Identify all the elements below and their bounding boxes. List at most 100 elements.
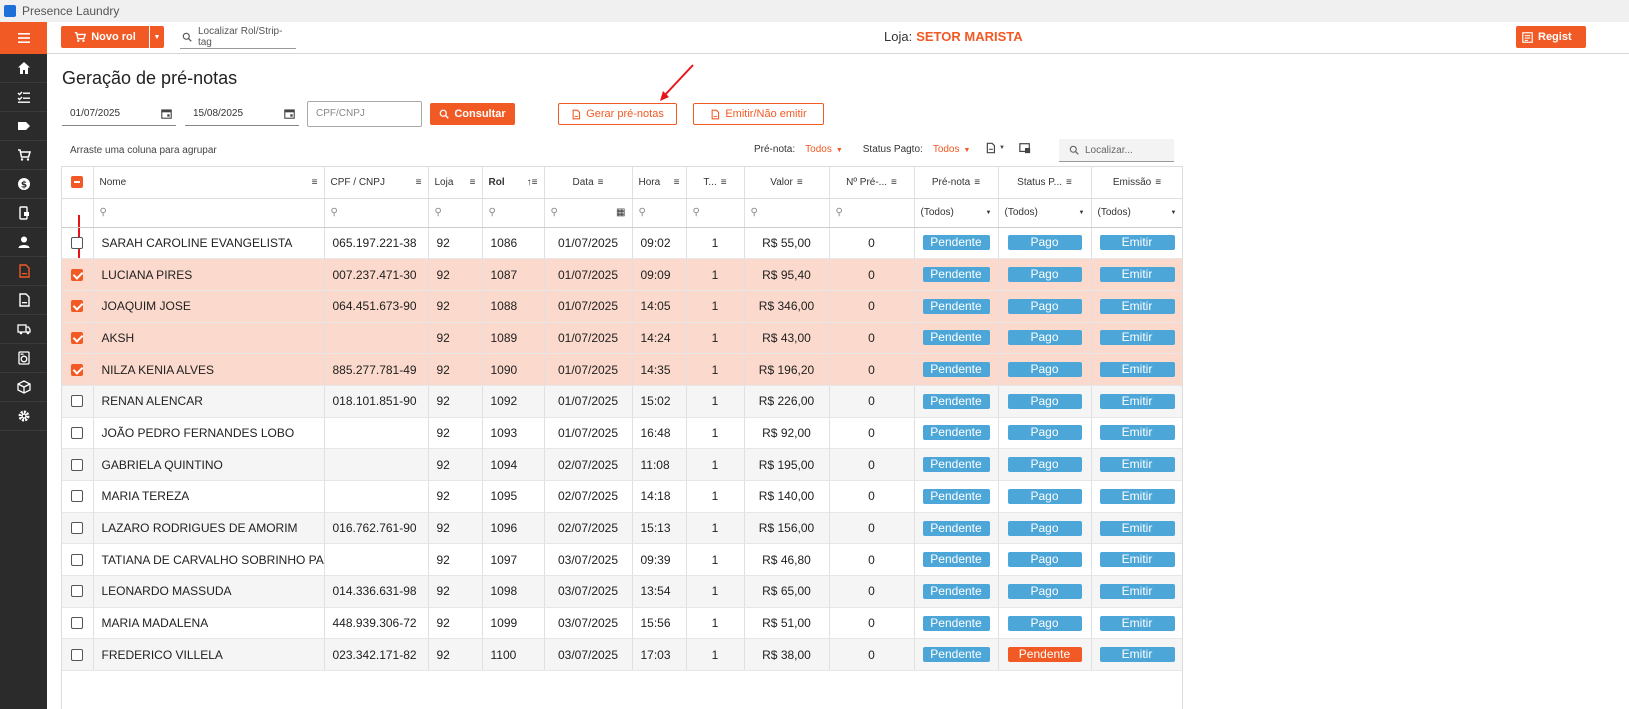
filter-cell-emissao[interactable]: (Todos) ▼ [1091, 198, 1182, 228]
status-badge[interactable]: Pago [1007, 520, 1082, 536]
hamburger-menu-icon[interactable] [0, 22, 47, 54]
filter-cell-npre[interactable]: ⚲ [829, 198, 915, 228]
status-badge[interactable]: Pago [1007, 615, 1082, 631]
emitir-button[interactable]: Emitir [1099, 425, 1175, 441]
row-checkbox[interactable] [62, 322, 94, 355]
prenota-badge[interactable]: Pendente [922, 298, 990, 314]
column-header-valor[interactable]: Valor ≡ [744, 167, 830, 199]
select-all-checkbox[interactable] [62, 167, 94, 199]
checkbox[interactable] [71, 458, 84, 471]
emitir-nao-emitir-button[interactable]: Emitir/Não emitir [693, 103, 824, 125]
emitir-button[interactable]: Emitir [1099, 583, 1175, 599]
column-header-data[interactable]: Data ≡ [544, 167, 633, 199]
gear-icon[interactable] [0, 402, 47, 431]
table-row[interactable]: FREDERICO VILLELA 023.342.171-82 92 1100 03/… [62, 638, 1182, 672]
column-header-nome[interactable]: Nome ≡ [93, 167, 325, 199]
register-button[interactable]: Regist [1516, 26, 1586, 48]
filter-prenota-select[interactable]: Todos ▼ [805, 144, 843, 155]
filter-cell-cpf[interactable]: ⚲ [324, 198, 429, 228]
prenota-badge[interactable]: Pendente [922, 330, 990, 346]
filter-cell-rol[interactable]: ⚲ [482, 198, 545, 228]
prenota-badge[interactable]: Pendente [922, 457, 990, 473]
table-row[interactable]: MARIA MADALENA 448.939.306-72 92 1099 03/07/… [62, 607, 1182, 640]
prenota-badge[interactable]: Pendente [922, 362, 990, 378]
checkbox[interactable] [71, 490, 84, 503]
row-checkbox[interactable] [62, 543, 94, 577]
filter-cell-hora[interactable]: ⚲ [632, 198, 687, 228]
truck-icon[interactable] [0, 315, 47, 344]
column-header-npre[interactable]: Nº Pré-... ≡ [829, 167, 915, 199]
calendar-icon[interactable] [161, 108, 172, 119]
emitir-button[interactable]: Emitir [1099, 488, 1175, 504]
prenota-badge[interactable]: Pendente [922, 583, 990, 599]
column-chooser-icon[interactable] [1019, 142, 1031, 154]
emitir-button[interactable]: Emitir [1099, 235, 1175, 251]
filter-cell-valor[interactable]: ⚲ [744, 198, 830, 228]
box-icon[interactable] [0, 373, 47, 402]
checkbox[interactable] [71, 236, 84, 249]
emitir-button[interactable]: Emitir [1099, 647, 1175, 663]
filter-icon[interactable]: ≡ [312, 177, 318, 188]
prenota-badge[interactable]: Pendente [922, 235, 990, 251]
cpf-cnpj-input[interactable]: CPF/CNPJ [307, 101, 422, 127]
emitir-button[interactable]: Emitir [1099, 520, 1175, 536]
document-icon[interactable] [0, 257, 47, 286]
emitir-button[interactable]: Emitir [1099, 615, 1175, 631]
washer-icon[interactable] [0, 344, 47, 373]
gerar-pre-notas-button[interactable]: Gerar pré-notas [558, 103, 677, 125]
dollar-icon[interactable]: $ [0, 170, 47, 199]
table-row[interactable]: LUCIANA PIRES 007.237.471-30 92 1087 01/07/2… [62, 258, 1182, 291]
checkbox[interactable] [71, 617, 84, 630]
emitir-button[interactable]: Emitir [1099, 362, 1175, 378]
table-row[interactable]: GABRIELA QUINTINO 92 1094 02/07/2025 11:08 1 R… [62, 448, 1182, 481]
tag-icon[interactable] [0, 112, 47, 141]
emitir-button[interactable]: Emitir [1099, 267, 1175, 283]
status-badge[interactable]: Pago [1007, 267, 1082, 283]
checkbox[interactable] [71, 426, 84, 439]
filter-icon[interactable]: ≡ [1155, 177, 1161, 188]
table-row[interactable]: AKSH 92 1089 01/07/2025 14:24 1 R$ 43,00 0 Pende… [62, 322, 1182, 355]
status-badge[interactable]: Pago [1007, 552, 1082, 568]
row-checkbox[interactable] [62, 512, 94, 545]
filter-cell-t[interactable]: ⚲ [686, 198, 745, 228]
filter-icon[interactable]: ≡ [721, 177, 727, 188]
table-row[interactable]: JOÃO PEDRO FERNANDES LOBO 92 1093 01/07/202… [62, 417, 1182, 450]
prenota-badge[interactable]: Pendente [922, 267, 990, 283]
filter-icon[interactable]: ≡ [1066, 177, 1072, 188]
column-header-t[interactable]: T... ≡ [686, 167, 745, 199]
user-icon[interactable] [0, 228, 47, 257]
emitir-button[interactable]: Emitir [1099, 298, 1175, 314]
row-checkbox[interactable] [62, 638, 94, 672]
column-header-cpf[interactable]: CPF / CNPJ ≡ [324, 167, 429, 199]
checkbox[interactable] [71, 363, 84, 376]
row-checkbox[interactable] [62, 353, 94, 386]
checkbox[interactable] [71, 300, 84, 313]
novo-rol-button[interactable]: Novo rol [61, 26, 149, 48]
row-checkbox[interactable] [62, 417, 94, 450]
status-badge[interactable]: Pago [1007, 583, 1082, 599]
status-badge[interactable]: Pago [1007, 362, 1082, 378]
status-badge[interactable]: Pago [1007, 235, 1082, 251]
filter-cell-loja[interactable]: ⚲ [428, 198, 483, 228]
row-checkbox[interactable] [62, 448, 94, 481]
calendar-icon[interactable] [284, 108, 295, 119]
filter-icon[interactable]: ≡ [416, 177, 422, 188]
filter-cell-prenota[interactable]: (Todos) ▼ [914, 198, 999, 228]
checklist-icon[interactable] [0, 83, 47, 112]
column-header-emissao[interactable]: Emissão ≡ [1091, 167, 1182, 199]
cart-icon[interactable] [0, 141, 47, 170]
status-badge[interactable]: Pendente [1007, 647, 1082, 663]
prenota-badge[interactable]: Pendente [922, 615, 990, 631]
checkbox[interactable] [71, 648, 84, 661]
emitir-button[interactable]: Emitir [1099, 457, 1175, 473]
table-row[interactable]: LEONARDO MASSUDA 014.336.631-98 92 1098 03/0… [62, 575, 1182, 608]
consultar-button[interactable]: Consultar [430, 103, 515, 125]
sort-ascending-icon[interactable]: ↑≡ [527, 177, 538, 188]
column-header-rol[interactable]: Rol ↑≡ [482, 167, 545, 199]
filter-icon[interactable]: ≡ [470, 177, 476, 188]
checkbox[interactable] [71, 395, 84, 408]
status-badge[interactable]: Pago [1007, 393, 1082, 409]
prenota-badge[interactable]: Pendente [922, 488, 990, 504]
filter-cell-status[interactable]: (Todos) ▼ [998, 198, 1092, 228]
table-row[interactable]: JOAQUIM JOSE 064.451.673-90 92 1088 01/07/20… [62, 290, 1182, 323]
